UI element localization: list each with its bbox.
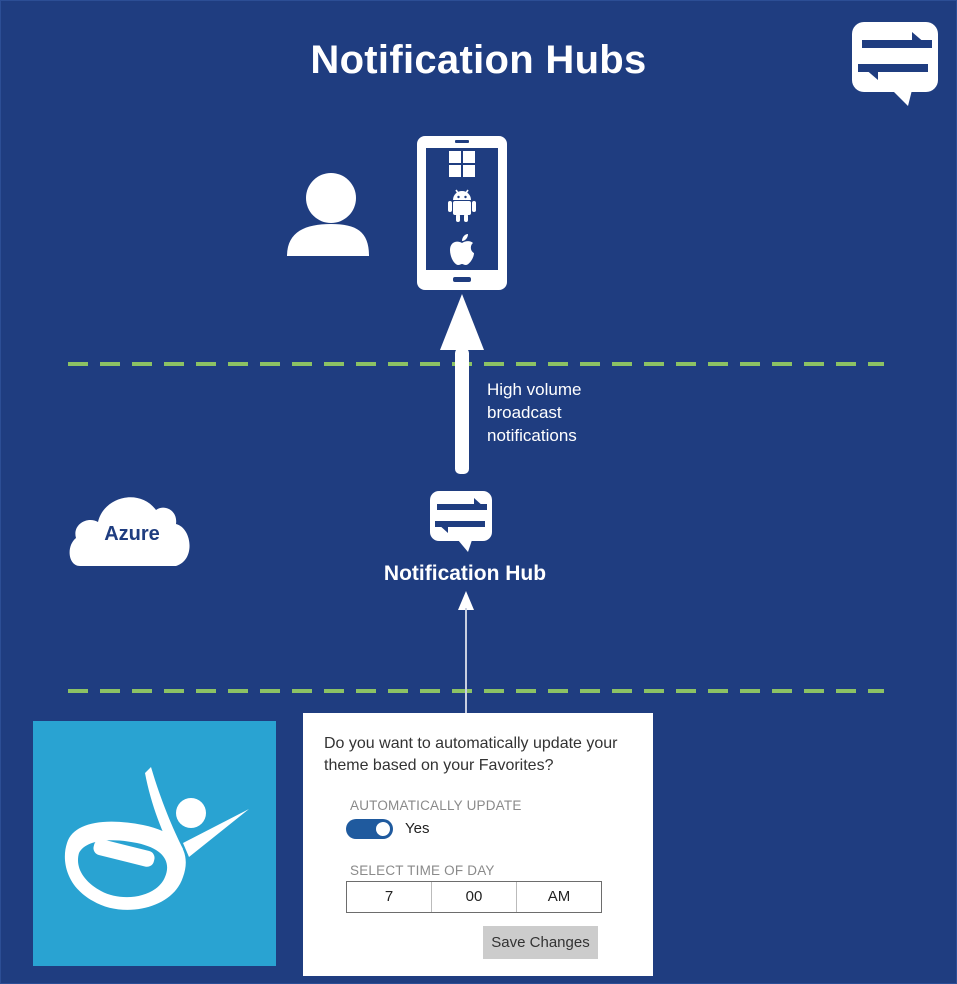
- arrow-label-line-1: High volume: [487, 380, 582, 399]
- notification-hub-icon: [430, 491, 492, 552]
- toggle-state-label: Yes: [405, 820, 430, 837]
- dashed-divider-bottom: [68, 689, 884, 693]
- settings-question: Do you want to automatically update your…: [324, 735, 618, 774]
- windows-icon: [449, 151, 475, 177]
- app-tile-icon: [64, 767, 249, 910]
- apple-icon: [450, 234, 474, 265]
- app-tile: [33, 721, 276, 966]
- arrow-label: High volume broadcast notifications: [487, 378, 627, 447]
- page-title: Notification Hubs: [310, 38, 647, 82]
- settings-panel: Do you want to automatically update your…: [303, 713, 653, 976]
- toggle-knob: [376, 822, 390, 836]
- azure-label: Azure: [104, 523, 160, 545]
- auto-update-toggle[interactable]: [346, 819, 393, 839]
- arrow-up-icon: [440, 294, 484, 474]
- time-of-day-label: SELECT TIME OF DAY: [350, 863, 495, 878]
- android-icon: [448, 189, 476, 222]
- save-changes-button[interactable]: Save Changes: [483, 926, 598, 959]
- auto-update-label: AUTOMATICALLY UPDATE: [350, 798, 522, 813]
- arrow-label-line-2: broadcast: [487, 403, 562, 422]
- hour-select[interactable]: 7: [347, 882, 432, 912]
- small-arrow-up-icon: [458, 591, 474, 714]
- user-icon: [287, 173, 369, 256]
- notification-hub-label: Notification Hub: [383, 562, 547, 585]
- arrow-label-line-3: notifications: [487, 426, 577, 445]
- time-picker[interactable]: 7 00 AM: [346, 881, 602, 913]
- notification-hubs-logo-icon: [852, 22, 938, 106]
- period-select[interactable]: AM: [517, 882, 601, 912]
- minute-select[interactable]: 00: [432, 882, 517, 912]
